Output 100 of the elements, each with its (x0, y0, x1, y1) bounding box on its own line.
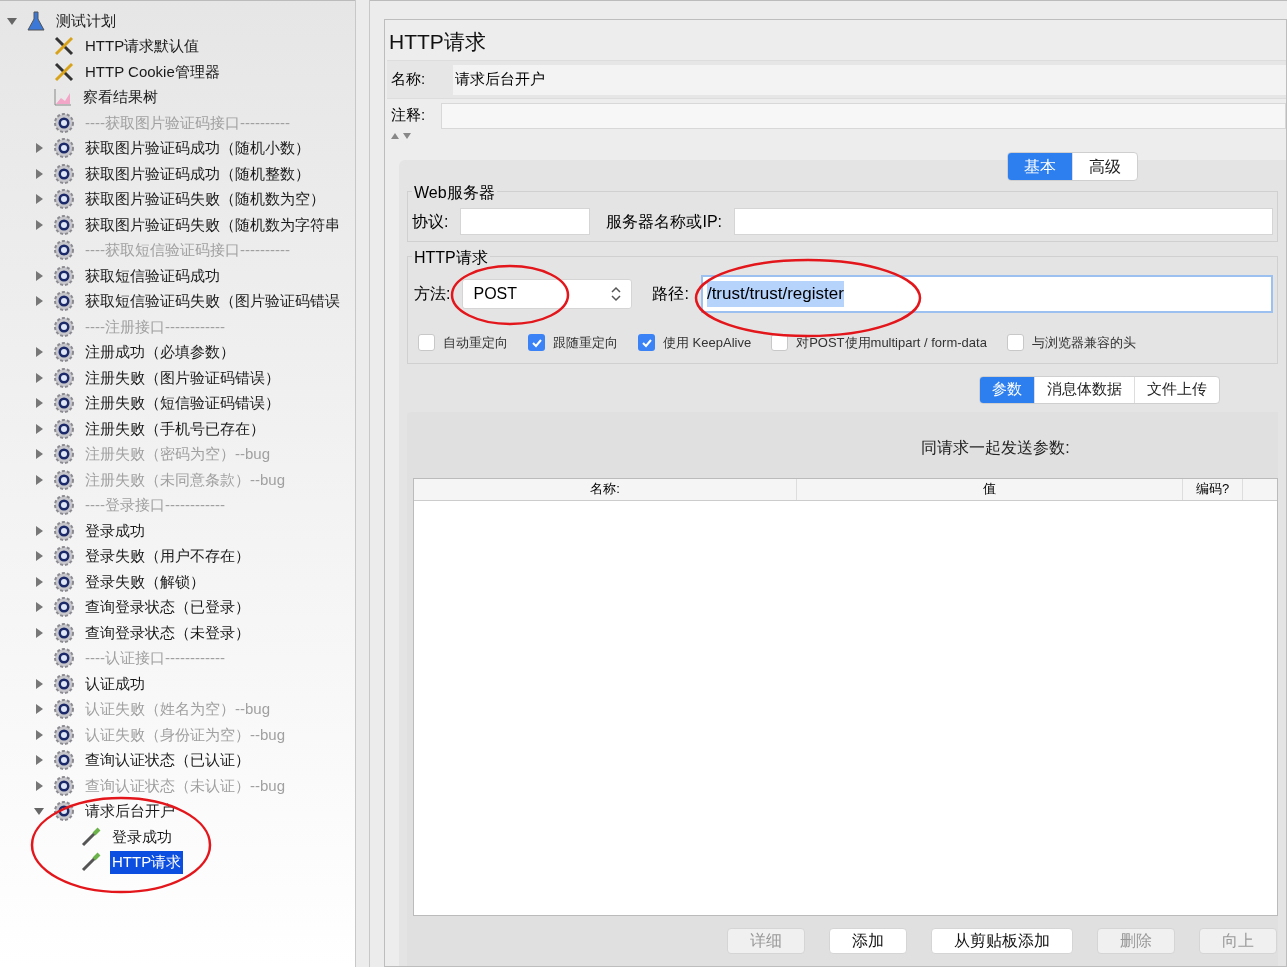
column-header[interactable]: 值 (797, 478, 1183, 500)
tree-item[interactable]: 注册失败（手机号已存在） (83, 417, 267, 440)
tree-item[interactable]: HTTP请求默认值 (83, 35, 202, 58)
tab[interactable]: 基本 (1008, 153, 1072, 180)
expand-arrow-icon[interactable] (33, 269, 45, 282)
gear-icon (53, 137, 75, 160)
tree-item[interactable]: 查询认证状态（已认证） (83, 749, 252, 772)
tree-item[interactable]: 登录成功 (83, 519, 147, 542)
method-select[interactable]: POST (462, 279, 633, 309)
tree-item[interactable]: 察看结果树 (81, 86, 160, 109)
gear-icon (53, 213, 75, 236)
expand-arrow-icon[interactable] (33, 626, 45, 639)
checkbox[interactable] (638, 334, 655, 352)
expand-arrow-icon[interactable] (33, 524, 45, 537)
checkbox[interactable] (418, 334, 435, 352)
path-label: 路径: (652, 284, 689, 304)
expand-arrow-icon[interactable] (33, 397, 45, 410)
checkbox[interactable] (1006, 334, 1024, 352)
gear-icon (53, 264, 75, 287)
tree-item[interactable]: 获取短信验证码成功 (83, 264, 222, 287)
tools-icon (53, 60, 75, 83)
method-label: 方法: (414, 284, 451, 304)
expand-arrow-icon[interactable] (33, 754, 45, 767)
protocol-field[interactable] (460, 208, 591, 235)
checkbox[interactable] (528, 334, 545, 352)
gear-icon (53, 290, 75, 313)
column-header[interactable]: 编码? (1183, 478, 1243, 500)
expand-arrow-icon[interactable] (33, 371, 45, 384)
tree-item[interactable]: 获取图片验证码成功（随机整数） (83, 162, 312, 185)
expand-arrow-icon[interactable] (33, 142, 45, 155)
protocol-label: 协议: (412, 211, 449, 232)
gear-icon (53, 596, 75, 619)
gear-icon (53, 800, 75, 823)
panel-title: HTTP请求 (388, 29, 487, 55)
tab[interactable]: 文件上传 (1134, 376, 1219, 403)
gear-icon (53, 774, 75, 797)
gear-icon (53, 494, 75, 517)
name-label: 名称: (390, 69, 427, 90)
stepper-icon (611, 286, 622, 302)
split-arrows-icon[interactable] (391, 132, 413, 140)
tree-item[interactable]: 注册失败（短信验证码错误） (83, 392, 282, 415)
expand-arrow-icon[interactable] (33, 167, 45, 180)
gear-icon (53, 162, 75, 185)
gear-icon (53, 570, 75, 593)
gear-icon (53, 417, 75, 440)
tree-item[interactable]: 获取图片验证码成功（随机小数） (83, 137, 312, 160)
path-field[interactable]: /trust/trust/register (700, 275, 1273, 313)
checkbox-label: 使用 KeepAlive (663, 334, 752, 352)
gear-icon (53, 315, 75, 338)
name-field[interactable]: 请求后台开户 (453, 64, 1286, 95)
tree-item[interactable]: 注册失败（图片验证码错误） (83, 366, 282, 389)
tab[interactable]: 参数 (980, 376, 1034, 403)
table-action-button[interactable]: 添加 (829, 928, 907, 954)
tree-item[interactable]: 获取短信验证码失败（图片验证码错误 (83, 290, 342, 313)
expand-arrow-icon[interactable] (33, 193, 45, 206)
checkbox-label: 跟随重定向 (553, 334, 618, 352)
tree-item[interactable]: 获取图片验证码失败（随机数为字符串 (83, 213, 342, 236)
expand-arrow-icon[interactable] (33, 601, 45, 614)
tab[interactable]: 高级 (1072, 153, 1137, 180)
tree-item[interactable]: 测试计划 (54, 9, 118, 32)
gear-icon (53, 672, 75, 695)
tree-item[interactable]: 登录成功 (110, 825, 174, 848)
gear-icon (53, 749, 75, 772)
tab[interactable]: 消息体数据 (1034, 376, 1134, 403)
comment-field[interactable] (441, 102, 1286, 129)
gear-icon (53, 392, 75, 415)
pipette-icon (80, 825, 102, 848)
expand-arrow-icon[interactable] (33, 346, 45, 359)
table-action-button[interactable]: 从剪贴板添加 (931, 928, 1073, 954)
column-header[interactable]: 名称: (414, 478, 797, 500)
pipette-icon (80, 851, 102, 874)
expand-arrow-icon[interactable] (33, 422, 45, 435)
checkbox-label: 自动重定向 (443, 334, 508, 352)
gear-icon (53, 443, 75, 466)
expand-arrow-icon[interactable] (33, 295, 45, 308)
tree-item[interactable]: HTTP请求 (110, 851, 184, 874)
expand-arrow-icon[interactable] (33, 218, 45, 231)
tools-icon (53, 35, 75, 58)
gear-icon (53, 698, 75, 721)
gear-icon (53, 366, 75, 389)
gear-icon (53, 188, 75, 211)
gear-icon (53, 468, 75, 491)
tree-item[interactable]: 获取图片验证码失败（随机数为空） (83, 188, 327, 211)
expand-arrow-icon[interactable] (33, 677, 45, 690)
server-field[interactable] (734, 208, 1273, 235)
tree-item[interactable]: HTTP Cookie管理器 (83, 60, 222, 83)
tree-item[interactable]: 查询登录状态（未登录） (83, 621, 252, 644)
tree-item[interactable]: 登录失败（用户不存在） (83, 545, 252, 568)
tree-item[interactable]: 注册成功（必填参数） (83, 341, 237, 364)
params-caption: 同请求一起发送参数: (920, 437, 1071, 458)
tree-item[interactable]: 登录失败（解锁） (83, 570, 207, 593)
comment-label: 注释: (390, 105, 427, 126)
chart-icon (53, 87, 73, 108)
expand-arrow-icon[interactable] (33, 575, 45, 588)
gear-icon (53, 621, 75, 644)
tree-item[interactable]: 查询登录状态（已登录） (83, 596, 252, 619)
checkbox-label: 与浏览器兼容的头 (1031, 334, 1136, 352)
tree-item[interactable]: 认证成功 (83, 672, 147, 695)
gear-icon (53, 341, 75, 364)
expand-arrow-icon[interactable] (33, 550, 45, 563)
